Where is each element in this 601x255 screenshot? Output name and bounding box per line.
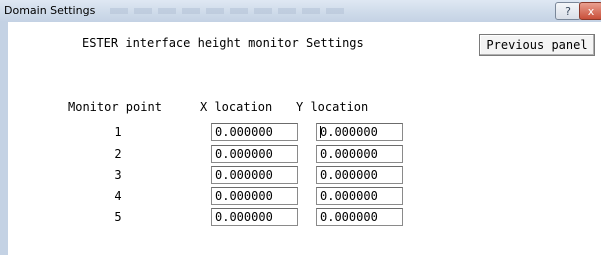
header-x-location: X location (200, 100, 273, 114)
header-y-location: Y location (296, 100, 369, 114)
monitor-point-label: 1 (114, 125, 122, 139)
client-area (8, 22, 601, 255)
y-location-field[interactable]: 0.000000 (316, 145, 403, 163)
text-cursor (320, 126, 321, 138)
close-icon: x (587, 4, 595, 18)
window-title: Domain Settings (4, 4, 96, 17)
x-location-field[interactable]: 0.000000 (211, 208, 298, 226)
help-icon: ? (565, 4, 571, 18)
title-bar[interactable]: Domain Settings ? x (0, 0, 601, 22)
y-location-field[interactable]: 0.000000 (316, 123, 403, 141)
x-location-field[interactable]: 0.000000 (211, 166, 298, 184)
previous-panel-button[interactable]: Previous panel (479, 34, 595, 56)
y-location-field[interactable]: 0.000000 (316, 187, 403, 205)
title-bar-faded-text (110, 8, 350, 14)
help-button[interactable]: ? (555, 2, 581, 20)
header-monitor-point: Monitor point (68, 100, 162, 114)
close-button[interactable]: x (579, 2, 601, 20)
x-location-field[interactable]: 0.000000 (211, 145, 298, 163)
window-frame (0, 22, 8, 255)
monitor-point-label: 3 (114, 168, 122, 182)
x-location-field[interactable]: 0.000000 (211, 187, 298, 205)
settings-window: Domain Settings ? x ESTER interface heig… (0, 0, 601, 255)
monitor-point-label: 2 (114, 147, 122, 161)
x-location-field[interactable]: 0.000000 (211, 123, 298, 141)
monitor-point-label: 4 (114, 189, 122, 203)
y-location-field[interactable]: 0.000000 (316, 208, 403, 226)
y-location-field[interactable]: 0.000000 (316, 166, 403, 184)
panel-title: ESTER interface height monitor Settings (82, 36, 364, 50)
monitor-point-label: 5 (114, 210, 122, 224)
